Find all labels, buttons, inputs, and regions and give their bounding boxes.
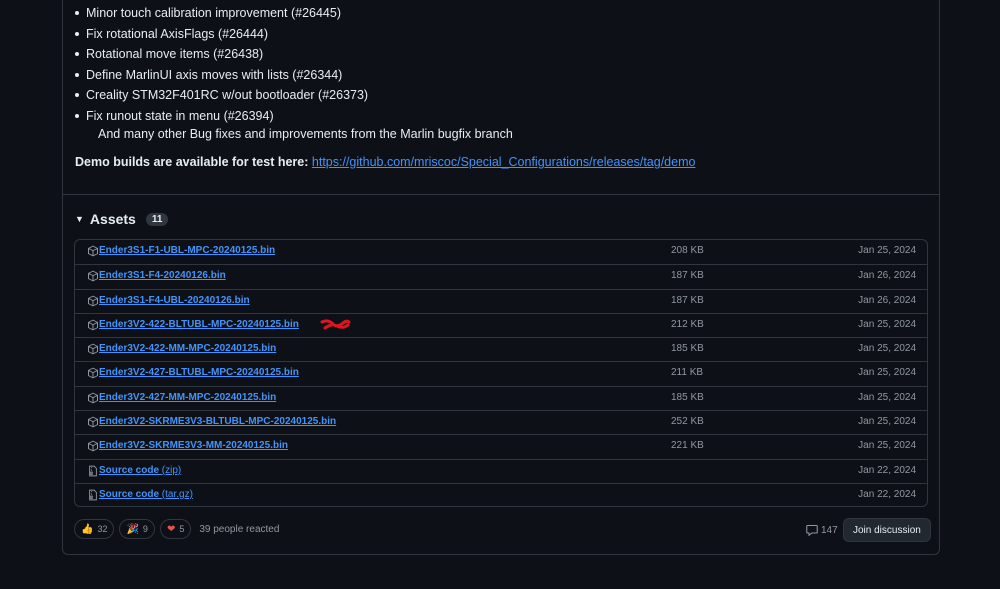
asset-row: Ender3V2-422-MM-MPC-20240125.bin 185 KB Ja… xyxy=(75,337,927,361)
comment-icon xyxy=(806,524,818,536)
assets-title: Assets xyxy=(89,211,136,227)
note-bullet: Creality STM32F401RC w/out bootloader (#… xyxy=(75,86,368,104)
heart-icon: ❤ xyxy=(166,523,176,535)
asset-row: Ender3V2-SKRME3V3-BLTUBL-MPC-20240125.bi… xyxy=(75,410,927,434)
asset-size: 187 KB xyxy=(671,270,704,282)
asset-row: Ender3S1-F4-20240126.bin 187 KB Jan 26, 20… xyxy=(75,264,927,288)
reaction-thumbs-up[interactable]: 👍 32 xyxy=(74,519,115,539)
asset-date: Jan 22, 2024 xyxy=(858,464,916,476)
package-icon xyxy=(88,416,98,428)
note-extra-line: And many other Bug fixes and improvement… xyxy=(98,127,513,141)
join-discussion-button[interactable]: Join discussion xyxy=(843,518,931,542)
asset-list: Ender3S1-F1-UBL-MPC-20240125.bin 208 KB Ja… xyxy=(74,239,928,507)
package-icon xyxy=(88,392,98,404)
asset-row: Ender3S1-F1-UBL-MPC-20240125.bin 208 KB Ja… xyxy=(75,240,927,264)
demo-link[interactable]: https://github.com/mriscoc/Special_Confi… xyxy=(312,155,696,169)
asset-row: Ender3S1-F4-UBL-20240126.bin 187 KB Jan 26… xyxy=(75,288,927,313)
note-bullet: Fix rotational AxisFlags (#26444) xyxy=(75,25,268,43)
note-bullet: Minor touch calibration improvement (#26… xyxy=(75,4,341,22)
asset-size: 185 KB xyxy=(671,391,704,403)
note-bullet: Rotational move items (#26438) xyxy=(75,45,263,63)
asset-size: 252 KB xyxy=(671,416,704,428)
reaction-count: 32 xyxy=(97,524,108,534)
asset-link[interactable]: Ender3S1-F4-20240126.bin xyxy=(99,270,226,281)
reaction-heart[interactable]: ❤ 5 xyxy=(159,519,192,539)
demo-label: Demo builds are available for test here: xyxy=(75,155,309,169)
package-icon xyxy=(88,295,98,306)
party-icon: 🎉 xyxy=(126,523,139,535)
release-card: Minor touch calibration improvement (#26… xyxy=(62,0,940,555)
comment-count-value: 147 xyxy=(821,524,838,536)
package-icon xyxy=(88,319,98,331)
asset-name: Source code xyxy=(99,464,160,476)
asset-name: Ender3V2-422-BLTUBL-MPC-20240125.bin xyxy=(99,318,299,330)
asset-name: Ender3V2-SKRME3V3-MM-20240125.bin xyxy=(99,440,288,452)
asset-link[interactable]: Ender3V2-SKRME3V3-MM-20240125.bin xyxy=(99,440,288,451)
asset-link[interactable]: Ender3V2-422-MM-MPC-20240125.bin xyxy=(99,343,276,354)
comment-count[interactable]: 147 xyxy=(806,524,838,536)
asset-row: Ender3V2-422-BLTUBL-MPC-20240125.bin 212 … xyxy=(75,312,927,337)
reaction-count: 5 xyxy=(179,524,185,534)
package-icon xyxy=(88,343,98,355)
note-bullet: Fix runout state in menu (#26394) xyxy=(75,107,274,125)
asset-row: Ender3V2-427-BLTUBL-MPC-20240125.bin 211 … xyxy=(75,361,927,385)
asset-name: Ender3V2-422-MM-MPC-20240125.bin xyxy=(99,343,277,355)
note-bullet: Define MarlinUI axis moves with lists (#… xyxy=(75,66,342,84)
reactions-summary[interactable]: 39 people reacted xyxy=(199,524,279,535)
reaction-party[interactable]: 🎉 9 xyxy=(119,519,155,539)
asset-date: Jan 25, 2024 xyxy=(858,367,916,379)
asset-link[interactable]: Source code (zip) xyxy=(99,465,181,476)
assets-toggle[interactable]: ▼ Assets 11 xyxy=(75,209,169,229)
asset-size: 208 KB xyxy=(671,245,704,256)
asset-size: 221 KB xyxy=(671,440,704,452)
asset-link[interactable]: Ender3V2-427-BLTUBL-MPC-20240125.bin xyxy=(99,367,299,378)
asset-name: Ender3S1-F4-20240126.bin xyxy=(99,270,226,282)
asset-name: Ender3V2-427-MM-MPC-20240125.bin xyxy=(99,391,277,403)
file-zip-icon xyxy=(89,465,97,476)
asset-link[interactable]: Ender3V2-427-MM-MPC-20240125.bin xyxy=(99,392,276,403)
asset-date: Jan 25, 2024 xyxy=(858,318,916,330)
asset-name: Ender3S1-F1-UBL-MPC-20240125.bin xyxy=(99,245,276,256)
asset-date: Jan 25, 2024 xyxy=(858,343,916,355)
caret-down-icon: ▼ xyxy=(75,214,84,224)
file-zip-icon xyxy=(89,489,97,501)
asset-link[interactable]: Ender3S1-F4-UBL-20240126.bin xyxy=(99,295,250,306)
asset-link[interactable]: Ender3S1-F1-UBL-MPC-20240125.bin xyxy=(99,245,275,256)
asset-date: Jan 22, 2024 xyxy=(858,488,916,500)
asset-date: Jan 25, 2024 xyxy=(858,416,916,428)
asset-size: 187 KB xyxy=(671,294,704,306)
asset-size: 212 KB xyxy=(671,318,704,330)
reaction-count: 9 xyxy=(142,524,148,534)
asset-date: Jan 26, 2024 xyxy=(858,294,916,306)
asset-name: Ender3V2-427-BLTUBL-MPC-20240125.bin xyxy=(99,367,299,379)
package-icon xyxy=(88,368,98,379)
asset-extension: (tar.gz) xyxy=(159,488,193,500)
reactions-bar: 👍 32 🎉 9 ❤ 5 39 people reacted xyxy=(74,518,279,540)
asset-link[interactable]: Ender3V2-SKRME3V3-BLTUBL-MPC-20240125.bi… xyxy=(99,416,336,427)
package-icon xyxy=(88,270,98,282)
asset-name: Ender3S1-F4-UBL-20240126.bin xyxy=(99,294,250,306)
asset-date: Jan 25, 2024 xyxy=(858,391,916,403)
asset-size: 185 KB xyxy=(671,343,704,355)
asset-row: Ender3V2-427-MM-MPC-20240125.bin 185 KB Ja… xyxy=(75,385,927,410)
package-icon xyxy=(88,441,98,452)
assets-count-badge: 11 xyxy=(145,212,169,226)
package-icon xyxy=(88,245,98,257)
demo-builds-line: Demo builds are available for test here:… xyxy=(75,153,695,171)
asset-row: Ender3V2-SKRME3V3-MM-20240125.bin 221 KB J… xyxy=(75,434,927,458)
asset-link[interactable]: Ender3V2-422-BLTUBL-MPC-20240125.bin xyxy=(99,319,299,330)
red-scribble-mark xyxy=(320,319,351,330)
asset-name: Ender3V2-SKRME3V3-BLTUBL-MPC-20240125.bi… xyxy=(99,416,337,428)
asset-date: Jan 25, 2024 xyxy=(858,245,916,256)
thumbs-up-icon: 👍 xyxy=(81,523,94,535)
asset-row: Source code (zip) Jan 22, 2024 xyxy=(75,458,927,483)
section-divider xyxy=(63,194,939,195)
asset-name: Source code xyxy=(99,488,160,500)
asset-date: Jan 25, 2024 xyxy=(858,440,916,452)
asset-link[interactable]: Source code (tar.gz) xyxy=(99,489,193,500)
asset-row: Source code (tar.gz) Jan 22, 2024 xyxy=(75,482,927,506)
asset-size: 211 KB xyxy=(671,367,704,379)
asset-date: Jan 26, 2024 xyxy=(858,270,916,282)
asset-extension: (zip) xyxy=(159,464,182,476)
